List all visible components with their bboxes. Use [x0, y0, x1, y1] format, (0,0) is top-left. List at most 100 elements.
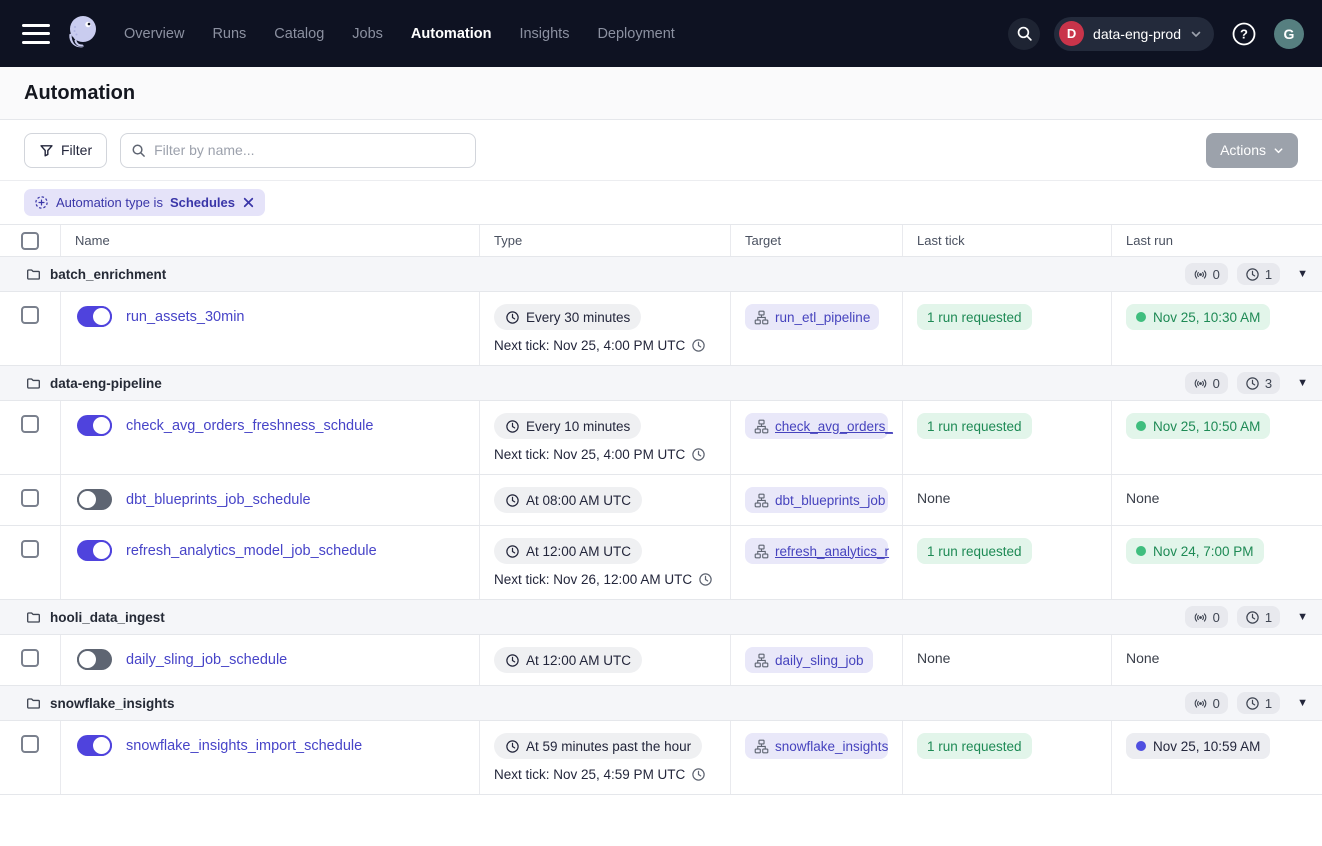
nav-link-insights[interactable]: Insights — [519, 26, 569, 42]
last-run-none: None — [1126, 647, 1159, 666]
hamburger-menu-icon[interactable] — [22, 24, 50, 44]
clock-icon — [505, 419, 520, 434]
job-graph-icon — [754, 493, 769, 508]
group-name: data-eng-pipeline — [50, 376, 162, 391]
next-tick: Next tick: Nov 25, 4:00 PM UTC — [494, 447, 706, 462]
clock-icon — [698, 572, 713, 587]
last-tick-status-pill[interactable]: 1 run requested — [917, 413, 1032, 439]
remove-filter-button[interactable] — [242, 196, 255, 209]
schedule-type-label: Every 10 minutes — [526, 419, 630, 434]
row-checkbox[interactable] — [21, 649, 39, 667]
group-row[interactable]: data-eng-pipeline 0 3 ▼ — [0, 366, 1322, 401]
clock-icon — [1245, 696, 1260, 711]
schedule-toggle[interactable] — [77, 415, 112, 436]
job-graph-icon — [754, 310, 769, 325]
last-tick-none: None — [917, 647, 950, 666]
help-button[interactable]: ? — [1228, 18, 1260, 50]
collapse-group-icon[interactable]: ▼ — [1297, 268, 1308, 280]
next-tick-text: Next tick: Nov 25, 4:00 PM UTC — [494, 338, 685, 353]
last-run-text: Nov 25, 10:59 AM — [1153, 739, 1260, 754]
target-job-link[interactable]: dbt_blueprints_job — [745, 487, 888, 513]
schedule-toggle[interactable] — [77, 306, 112, 327]
last-tick-text: 1 run requested — [927, 419, 1022, 434]
nav-link-catalog[interactable]: Catalog — [274, 26, 324, 42]
nav-link-runs[interactable]: Runs — [212, 26, 246, 42]
row-checkbox[interactable] — [21, 306, 39, 324]
schedule-name-link[interactable]: check_avg_orders_freshness_schdule — [126, 418, 373, 434]
job-graph-icon — [754, 653, 769, 668]
last-run-status-pill[interactable]: Nov 24, 7:00 PM — [1126, 538, 1264, 564]
collapse-group-icon[interactable]: ▼ — [1297, 377, 1308, 389]
target-job-link[interactable]: refresh_analytics_r — [745, 538, 888, 564]
schedule-name-link[interactable]: snowflake_insights_import_schedule — [126, 738, 362, 754]
sensor-count-badge: 0 — [1185, 372, 1228, 394]
target-job-link[interactable]: daily_sling_job — [745, 647, 873, 673]
group-row[interactable]: batch_enrichment 0 1 ▼ — [0, 257, 1322, 292]
nav-link-automation[interactable]: Automation — [411, 26, 492, 42]
schedule-name-link[interactable]: dbt_blueprints_job_schedule — [126, 492, 311, 508]
table-row: run_assets_30min Every 30 minutes Next t… — [0, 292, 1322, 366]
toolbar: Filter Actions — [0, 120, 1322, 181]
next-tick-text: Next tick: Nov 26, 12:00 AM UTC — [494, 572, 692, 587]
nav-link-overview[interactable]: Overview — [124, 26, 184, 42]
filter-button[interactable]: Filter — [24, 133, 107, 168]
select-all-checkbox[interactable] — [21, 232, 39, 250]
last-tick-status-pill[interactable]: 1 run requested — [917, 538, 1032, 564]
search-icon — [131, 143, 146, 158]
name-filter-input[interactable] — [154, 142, 465, 158]
folder-icon — [26, 696, 41, 711]
clock-icon — [1245, 610, 1260, 625]
target-job-link[interactable]: snowflake_insights — [745, 733, 888, 759]
table-row: snowflake_insights_import_schedule At 59… — [0, 721, 1322, 795]
dagster-logo-icon[interactable] — [62, 12, 102, 56]
last-tick-status-pill[interactable]: 1 run requested — [917, 304, 1032, 330]
search-button[interactable] — [1008, 18, 1040, 50]
group-row[interactable]: snowflake_insights 0 1 ▼ — [0, 686, 1322, 721]
last-run-status-pill[interactable]: Nov 25, 10:59 AM — [1126, 733, 1270, 759]
last-run-status-pill[interactable]: Nov 25, 10:30 AM — [1126, 304, 1270, 330]
clock-icon — [505, 493, 520, 508]
schedule-type-pill: At 08:00 AM UTC — [494, 487, 642, 513]
actions-button[interactable]: Actions — [1206, 133, 1298, 168]
sensor-icon — [1193, 267, 1208, 282]
row-checkbox[interactable] — [21, 540, 39, 558]
folder-icon — [26, 376, 41, 391]
sensor-count-badge: 0 — [1185, 692, 1228, 714]
target-job-link[interactable]: check_avg_orders_ — [745, 413, 888, 439]
row-checkbox[interactable] — [21, 489, 39, 507]
job-graph-icon — [754, 739, 769, 754]
schedule-name-link[interactable]: daily_sling_job_schedule — [126, 652, 287, 668]
schedule-count-badge: 3 — [1237, 372, 1280, 394]
schedule-toggle[interactable] — [77, 649, 112, 670]
user-avatar[interactable]: G — [1274, 19, 1304, 49]
schedule-type-pill: Every 30 minutes — [494, 304, 641, 330]
schedule-toggle[interactable] — [77, 489, 112, 510]
schedule-name-link[interactable]: run_assets_30min — [126, 309, 245, 325]
nav-link-jobs[interactable]: Jobs — [352, 26, 383, 42]
group-row[interactable]: hooli_data_ingest 0 1 ▼ — [0, 600, 1322, 635]
clock-icon — [505, 310, 520, 325]
deployment-switcher[interactable]: D data-eng-prod — [1054, 17, 1214, 51]
row-checkbox[interactable] — [21, 735, 39, 753]
schedule-toggle[interactable] — [77, 735, 112, 756]
row-checkbox[interactable] — [21, 415, 39, 433]
last-tick-status-pill[interactable]: 1 run requested — [917, 733, 1032, 759]
page-title: Automation — [24, 82, 135, 105]
next-tick-text: Next tick: Nov 25, 4:00 PM UTC — [494, 447, 685, 462]
run-status-dot — [1136, 312, 1146, 322]
schedule-count: 1 — [1265, 267, 1272, 282]
automation-type-filter-chip[interactable]: Automation type is Schedules — [24, 189, 265, 216]
schedule-toggle[interactable] — [77, 540, 112, 561]
sensor-icon — [1193, 696, 1208, 711]
table-header: Name Type Target Last tick Last run — [0, 225, 1322, 257]
last-run-status-pill[interactable]: Nov 25, 10:50 AM — [1126, 413, 1270, 439]
run-status-dot — [1136, 741, 1146, 751]
collapse-group-icon[interactable]: ▼ — [1297, 697, 1308, 709]
nav-link-deployment[interactable]: Deployment — [597, 26, 674, 42]
schedule-name-link[interactable]: refresh_analytics_model_job_schedule — [126, 543, 377, 559]
target-job-link[interactable]: run_etl_pipeline — [745, 304, 879, 330]
collapse-group-icon[interactable]: ▼ — [1297, 611, 1308, 623]
nav-links: Overview Runs Catalog Jobs Automation In… — [124, 26, 675, 42]
clock-icon — [505, 653, 520, 668]
table-body: batch_enrichment 0 1 ▼ run_assets_30min — [0, 257, 1322, 795]
